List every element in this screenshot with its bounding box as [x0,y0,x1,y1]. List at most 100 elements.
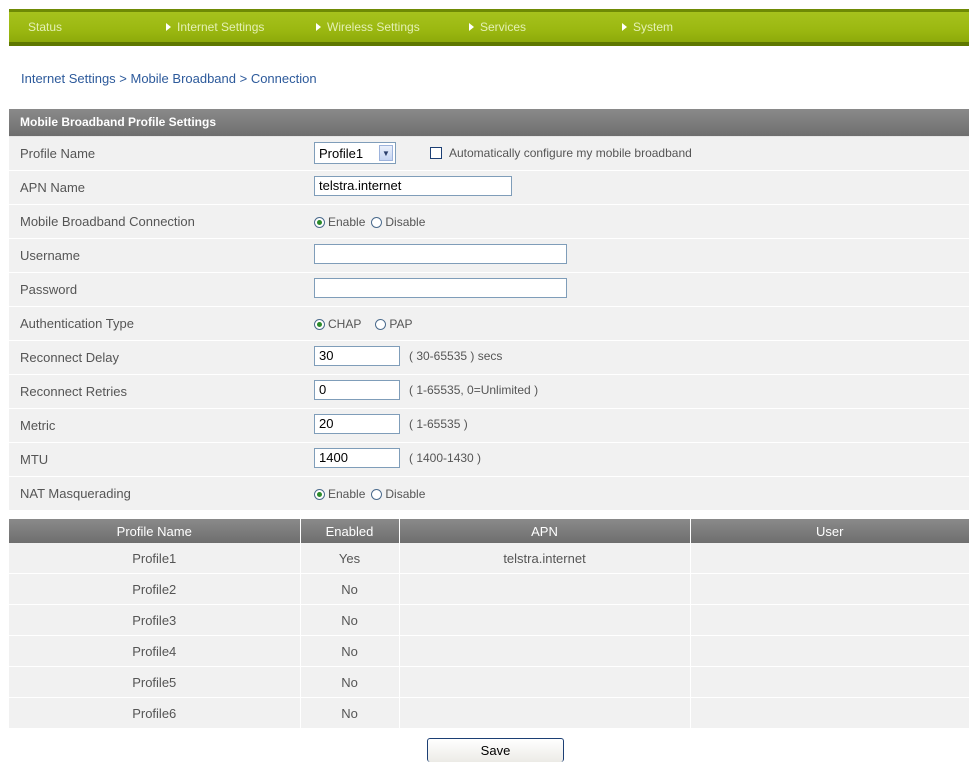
cell-profile-name: Profile5 [9,666,301,698]
reconnect-delay-input[interactable]: 30 [314,346,400,366]
profiles-table: Profile Name Enabled APN User Profile1 Y… [9,519,969,729]
profile-select[interactable]: Profile1 ▼ [314,142,396,164]
mtu-row: MTU 1400 ( 1400-1430 ) [9,443,969,477]
auto-config-checkbox[interactable] [430,147,442,159]
cell-apn [399,697,691,729]
cell-profile-name: Profile2 [9,573,301,605]
table-row[interactable]: Profile1 Yes telstra.internet [9,543,969,574]
password-row: Password [9,273,969,307]
arrow-right-icon [316,23,321,31]
breadcrumb: Internet Settings > Mobile Broadband > C… [21,71,317,86]
metric-row: Metric 20 ( 1-65535 ) [9,409,969,443]
cell-enabled: No [300,666,400,698]
cell-apn: telstra.internet [399,543,691,574]
arrow-right-icon [469,23,474,31]
reconnect-delay-label: Reconnect Delay [20,350,119,365]
table-row[interactable]: Profile5 No [9,666,969,698]
cell-user [690,604,969,636]
cell-profile-name: Profile6 [9,697,301,729]
mtu-input[interactable]: 1400 [314,448,400,468]
cell-profile-name: Profile4 [9,635,301,667]
auth-chap-label: CHAP [328,317,362,331]
password-input[interactable] [314,278,567,298]
metric-hint: ( 1-65535 ) [409,417,468,431]
username-label: Username [20,248,80,263]
cell-enabled: Yes [300,543,400,574]
metric-input[interactable]: 20 [314,414,400,434]
nat-masquerading-label: NAT Masquerading [20,486,131,501]
panel-title: Mobile Broadband Profile Settings [9,109,969,137]
username-row: Username [9,239,969,273]
cell-user [690,543,969,574]
table-row[interactable]: Profile4 No [9,635,969,667]
save-button[interactable]: Save [427,738,564,762]
cell-user [690,666,969,698]
profile-settings-panel: Mobile Broadband Profile Settings Profil… [9,109,969,511]
nat-disable-radio[interactable] [371,488,383,500]
connection-disable-radio[interactable] [371,216,383,228]
nat-masquerading-row: NAT Masquerading Enable Disable [9,477,969,511]
table-row[interactable]: Profile2 No [9,573,969,605]
auth-pap-radio[interactable] [375,318,387,330]
mtu-hint: ( 1400-1430 ) [409,451,482,465]
cell-enabled: No [300,604,400,636]
connection-row: Mobile Broadband Connection Enable Disab… [9,205,969,239]
reconnect-retries-hint: ( 1-65535, 0=Unlimited ) [409,383,539,397]
cell-user [690,635,969,667]
username-input[interactable] [314,244,567,264]
connection-enable-label: Enable [328,215,366,229]
nav-wireless-settings[interactable]: Wireless Settings [316,20,420,34]
cell-user [690,573,969,605]
nav-status[interactable]: Status [28,20,62,34]
connection-label: Mobile Broadband Connection [20,214,195,229]
col-header-apn: APN [399,519,691,543]
nav-internet-settings[interactable]: Internet Settings [166,20,264,34]
nat-disable-label: Disable [385,487,426,501]
nav-system[interactable]: System [622,20,673,34]
cell-apn [399,635,691,667]
cell-enabled: No [300,697,400,729]
col-header-enabled: Enabled [300,519,400,543]
reconnect-retries-label: Reconnect Retries [20,384,127,399]
nat-enable-radio[interactable] [314,488,325,500]
table-row[interactable]: Profile6 No [9,697,969,729]
chevron-down-icon[interactable]: ▼ [379,145,393,161]
auth-chap-radio[interactable] [314,318,325,330]
nat-enable-label: Enable [328,487,366,501]
profile-name-label: Profile Name [20,146,96,161]
profile-select-value: Profile1 [319,145,364,161]
reconnect-retries-row: Reconnect Retries 0 ( 1-65535, 0=Unlimit… [9,375,969,409]
apn-name-input[interactable]: telstra.internet [314,176,512,196]
auto-config-label: Automatically configure my mobile broadb… [449,146,692,160]
cell-apn [399,573,691,605]
password-label: Password [20,282,78,297]
reconnect-retries-input[interactable]: 0 [314,380,400,400]
auth-type-label: Authentication Type [20,316,134,331]
col-header-profile-name: Profile Name [9,519,301,543]
connection-disable-label: Disable [385,215,426,229]
arrow-right-icon [166,23,171,31]
cell-profile-name: Profile1 [9,543,301,574]
apn-name-label: APN Name [20,180,86,195]
arrow-right-icon [622,23,627,31]
reconnect-delay-hint: ( 30-65535 ) secs [409,349,503,363]
auth-pap-label: PAP [389,317,413,331]
reconnect-delay-row: Reconnect Delay 30 ( 30-65535 ) secs [9,341,969,375]
metric-label: Metric [20,418,56,433]
apn-name-row: APN Name telstra.internet [9,171,969,205]
nav-services[interactable]: Services [469,20,526,34]
profile-name-row: Profile Name Profile1 ▼ Automatically co… [9,137,969,171]
cell-user [690,697,969,729]
cell-enabled: No [300,573,400,605]
cell-apn [399,666,691,698]
cell-enabled: No [300,635,400,667]
cell-profile-name: Profile3 [9,604,301,636]
auth-type-row: Authentication Type CHAP PAP [9,307,969,341]
table-header-row: Profile Name Enabled APN User [9,519,969,543]
connection-enable-radio[interactable] [314,216,325,228]
mtu-label: MTU [20,452,49,467]
col-header-user: User [690,519,969,543]
table-row[interactable]: Profile3 No [9,604,969,636]
cell-apn [399,604,691,636]
top-navigation-bar: Status Internet Settings Wireless Settin… [9,9,969,46]
